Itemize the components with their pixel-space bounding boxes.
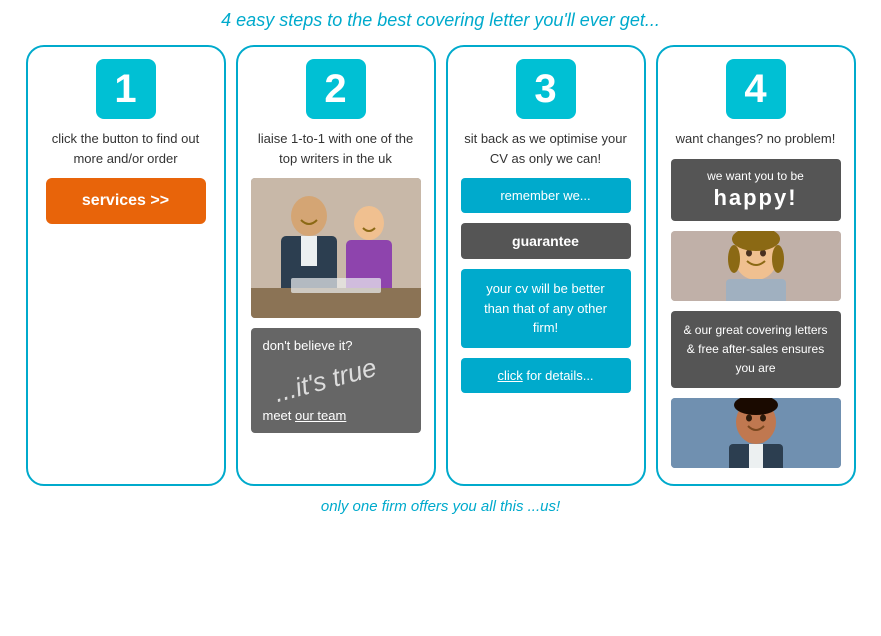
meet-team-text: meet our team: [263, 408, 409, 423]
columns-container: 1 click the button to find out more and/…: [15, 45, 866, 486]
great-covering-box: & our great covering letters & free afte…: [671, 311, 841, 389]
dont-believe-box: don't believe it? ...it's true meet our …: [251, 328, 421, 433]
column-2: 2 liaise 1-to-1 with one of the top writ…: [236, 45, 436, 486]
column-3: 3 sit back as we optimise your CV as onl…: [446, 45, 646, 486]
step-2-desc: liaise 1-to-1 with one of the top writer…: [248, 129, 424, 168]
for-details-text: for details...: [523, 368, 594, 383]
happy-word: happy!: [683, 185, 829, 211]
its-true-text: ...it's true: [263, 357, 409, 404]
man-photo: [671, 398, 841, 468]
its-true-span: ...it's true: [270, 352, 379, 409]
header: 4 easy steps to the best covering letter…: [15, 10, 866, 31]
step-1-number: 1: [96, 59, 156, 119]
services-button[interactable]: services >>: [46, 178, 206, 224]
our-team-link[interactable]: our team: [295, 408, 346, 423]
footer-text: only one firm offers you all this ...us!: [15, 498, 866, 515]
step-3-number: 3: [516, 59, 576, 119]
cv-better-box: your cv will be better than that of any …: [461, 269, 631, 348]
dont-believe-text: don't believe it?: [263, 338, 409, 353]
column-4: 4 want changes? no problem! we want you …: [656, 45, 856, 486]
happy-box: we want you to be happy!: [671, 159, 841, 221]
we-want-text: we want you to be: [683, 169, 829, 183]
col2-photo: [251, 178, 421, 318]
step-4-desc: want changes? no problem!: [676, 129, 836, 149]
step-4-number: 4: [726, 59, 786, 119]
step-3-desc: sit back as we optimise your CV as only …: [458, 129, 634, 168]
header-title: 4 easy steps to the best covering letter…: [15, 10, 866, 31]
step-1-desc: click the button to find out more and/or…: [38, 129, 214, 168]
guarantee-box: guarantee: [461, 223, 631, 259]
step-2-number: 2: [306, 59, 366, 119]
click-details-box: click for details...: [461, 358, 631, 393]
click-link[interactable]: click: [497, 368, 522, 383]
column-1: 1 click the button to find out more and/…: [26, 45, 226, 486]
remember-box: remember we...: [461, 178, 631, 213]
smile-photo: [671, 231, 841, 301]
